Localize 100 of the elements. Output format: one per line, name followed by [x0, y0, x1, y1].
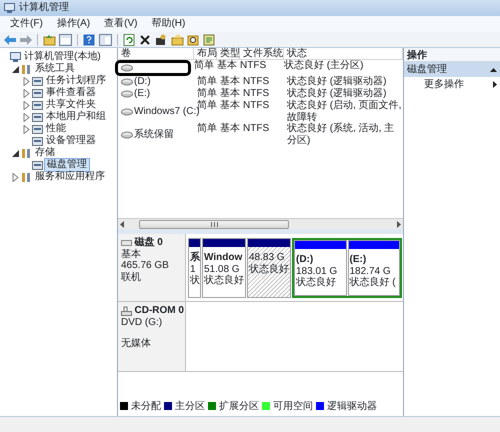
folder-icon[interactable] [43, 34, 56, 46]
volume-name[interactable]: 系统保留 [134, 128, 174, 140]
disk-info: DVD (G:) [121, 316, 164, 328]
column-header[interactable]: 布局 [194, 48, 217, 60]
table-cell-text: 状态良好 (系统, 活动, 主分区) [286, 123, 396, 146]
disk-label-panel[interactable]: 磁盘 0 基本 465.76 GB 联机 [118, 234, 186, 301]
partition-label: (E:) [350, 254, 368, 266]
expand-icon[interactable] [22, 124, 31, 134]
disk-icon [121, 130, 133, 140]
partition[interactable]: (D:) 183.01 G 状态良好 [294, 240, 346, 296]
tree-node-icon [32, 88, 43, 98]
volume-name[interactable]: (D:) [134, 76, 151, 88]
partition[interactable]: 系 1 状 [188, 238, 201, 298]
table-cell-text: NTFS [242, 123, 270, 136]
collapse-icon[interactable] [490, 67, 497, 72]
partition-text: 183.01 G [296, 266, 338, 276]
window-title: 计算机管理 [19, 2, 69, 14]
table-cell-text: 状态良好 (逻辑驱动器) [286, 76, 388, 88]
tree-item[interactable]: 事件查看器 [44, 87, 98, 99]
tree-item[interactable]: 磁盘管理 [44, 158, 90, 172]
menu-item[interactable]: 操作(A) [50, 18, 96, 30]
actions-section[interactable]: 磁盘管理 [404, 62, 500, 77]
partition-text: 182.74 G [350, 266, 392, 276]
disk-icon [121, 77, 133, 87]
partition-text: 状态良好 [296, 277, 337, 288]
actions-header: 操作 [404, 48, 500, 62]
volume-name[interactable]: Windows7 (C:) [134, 106, 200, 118]
volume-name[interactable]: (E:) [134, 88, 150, 100]
expand-icon[interactable] [22, 88, 31, 98]
extended-partition[interactable]: (D:) 183.01 G 状态良好 (E:) 182.74 G 状态良好 ( [292, 238, 402, 298]
partition-text: 状 [190, 275, 200, 286]
menu-item[interactable]: 帮助(H) [145, 18, 192, 30]
cd-drive-icon [121, 306, 132, 316]
tree-node-icon [32, 124, 43, 134]
disk-icon [121, 63, 133, 73]
partition-label: Window [204, 252, 244, 264]
tree-item[interactable]: 设备管理器 [44, 135, 98, 147]
scroll-thumb[interactable] [139, 220, 289, 228]
back-icon[interactable] [3, 34, 16, 46]
tree-item[interactable]: 计算机管理(本地) [22, 51, 103, 63]
partition-label: 系 [190, 252, 200, 264]
partition[interactable]: Window 51.08 G 状态良好 [202, 238, 246, 298]
panel-icon[interactable] [99, 34, 112, 46]
refresh-icon[interactable] [123, 34, 136, 46]
help-icon[interactable] [83, 34, 96, 46]
legend-label: 逻辑驱动器 [327, 400, 377, 412]
tree-item[interactable]: 存储 [33, 147, 57, 159]
forward-icon[interactable] [19, 34, 32, 46]
disk-icon [121, 89, 133, 99]
table-cell-text: NTFS [242, 76, 270, 88]
disk-info: 联机 [121, 272, 142, 283]
properties-icon[interactable] [203, 34, 216, 46]
table-cell-text: 状态良好 (逻辑驱动器) [286, 88, 388, 100]
collapse-icon[interactable] [11, 148, 20, 158]
tree-item[interactable]: 系统工具 [33, 63, 77, 75]
expand-icon[interactable] [11, 172, 20, 182]
table-cell-text: 简单 [196, 123, 217, 136]
disk-label-panel[interactable]: CD-ROM 0 DVD (G:) 无媒体 [118, 302, 186, 371]
menu-item[interactable]: 查看(V) [98, 18, 144, 30]
column-header[interactable]: 卷 [118, 48, 194, 60]
delete-icon[interactable] [139, 34, 152, 46]
partition[interactable]: 48.83 G 状态良好 [247, 238, 291, 298]
disk-info: 无媒体 [121, 338, 152, 350]
tree-node-icon [32, 160, 43, 170]
tree-item[interactable]: 性能 [44, 123, 68, 135]
action-item[interactable]: 更多操作 [404, 77, 500, 92]
tree-node-icon [32, 76, 43, 86]
tree-item[interactable]: 任务计划程序 [44, 75, 108, 87]
column-header[interactable]: 状态 [284, 48, 403, 60]
table-cell-text: 简单 [196, 76, 217, 88]
tree-item[interactable]: 服务和应用程序 [33, 171, 107, 183]
table-cell-text: 基本 [219, 88, 240, 100]
expand-icon[interactable] [22, 112, 31, 122]
table-cell-text: 简单 [193, 60, 214, 73]
tree-node-icon [10, 52, 21, 62]
table-cell-text: 状态良好 (启动, 页面文件, 故障转 [286, 100, 402, 122]
collapse-icon[interactable] [11, 64, 20, 74]
table-cell-text: NTFS [242, 100, 270, 113]
menu-item[interactable]: 文件(F) [4, 18, 49, 30]
horizontal-scrollbar[interactable] [118, 218, 403, 229]
tree-item[interactable]: 本地用户和组 [44, 111, 108, 123]
tree-node-icon [32, 100, 43, 110]
disk-info: 465.76 GB [121, 260, 170, 272]
app-icon [4, 3, 15, 13]
panel-icon[interactable] [59, 34, 72, 46]
legend-label: 主分区 [175, 400, 205, 412]
column-header[interactable]: 文件系统 [240, 48, 284, 60]
partition-text: 状态良好 ( [350, 277, 397, 288]
tree-item[interactable]: 共享文件夹 [44, 99, 98, 111]
tree-node-icon [21, 172, 32, 182]
column-header[interactable]: 类型 [217, 48, 240, 60]
partition-text: 1 [190, 264, 197, 274]
expand-icon[interactable] [22, 76, 31, 86]
table-cell-text: 简单 [196, 88, 217, 100]
legend-label: 未分配 [131, 400, 161, 412]
partition[interactable]: (E:) 182.74 G 状态良好 ( [348, 240, 400, 296]
partition-label: (D:) [296, 254, 314, 266]
disk-title: CD-ROM 0 [134, 305, 184, 316]
disk-title: 磁盘 0 [134, 237, 163, 248]
expand-icon[interactable] [22, 100, 31, 110]
